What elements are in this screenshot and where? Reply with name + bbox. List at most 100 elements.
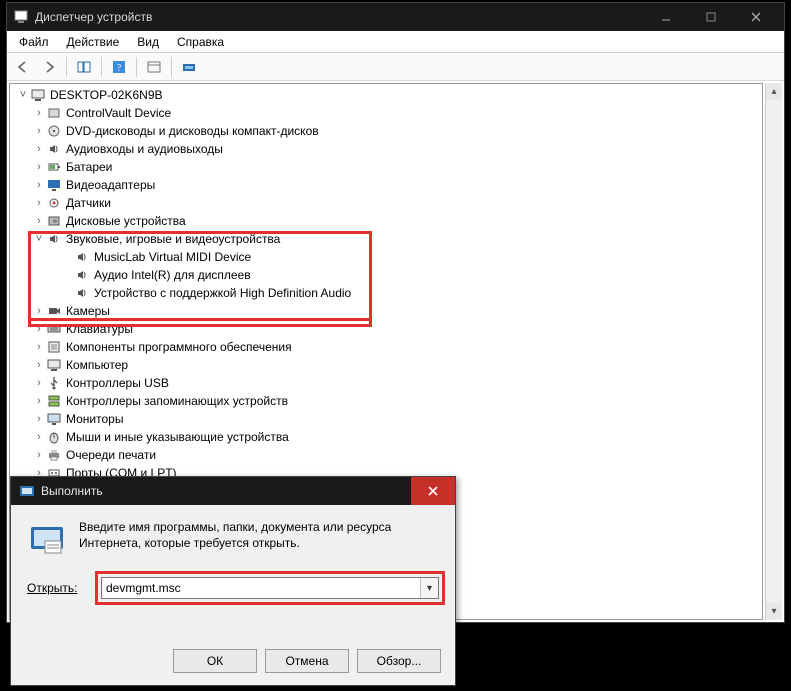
expander-icon[interactable]: › <box>32 431 46 443</box>
category-label: Контроллеры USB <box>64 376 169 390</box>
category-icon <box>46 429 62 445</box>
expander-icon[interactable]: › <box>32 197 46 209</box>
tree-category[interactable]: › Компоненты программного обеспечения <box>14 338 762 356</box>
nav-back-button[interactable] <box>11 56 35 78</box>
category-icon <box>46 213 62 229</box>
scan-hardware-button[interactable] <box>177 56 201 78</box>
tree-category[interactable]: › Мониторы <box>14 410 762 428</box>
category-label: Датчики <box>64 196 111 210</box>
category-icon <box>46 357 62 373</box>
maximize-button[interactable] <box>688 3 733 31</box>
category-label: DVD-дисководы и дисководы компакт-дисков <box>64 124 319 138</box>
tree-category[interactable]: › DVD-дисководы и дисководы компакт-диско… <box>14 122 762 140</box>
run-dialog: Выполнить Введите имя программы, папки, … <box>10 476 456 686</box>
category-label: Батареи <box>64 160 112 174</box>
tree-category[interactable]: › Датчики <box>14 194 762 212</box>
tree-root-label: DESKTOP-02K6N9B <box>48 88 163 102</box>
category-icon <box>46 141 62 157</box>
tree-category[interactable]: › Контроллеры запоминающих устройств <box>14 392 762 410</box>
category-label: Клавиатуры <box>64 322 133 336</box>
run-combobox[interactable]: ▾ <box>101 577 439 599</box>
vertical-scrollbar[interactable]: ▴ ▾ <box>765 83 782 620</box>
category-label: Мыши и иные указывающие устройства <box>64 430 289 444</box>
device-label: Устройство с поддержкой High Definition … <box>92 286 351 300</box>
category-icon <box>46 321 62 337</box>
tree-category[interactable]: › Камеры <box>14 302 762 320</box>
tree-category[interactable]: ›Компьютер <box>14 356 762 374</box>
tree-category[interactable]: › Очереди печати <box>14 446 762 464</box>
close-button[interactable] <box>733 3 778 31</box>
tree-category[interactable]: › Дисковые устройства <box>14 212 762 230</box>
expander-icon[interactable]: › <box>32 179 46 191</box>
menu-view[interactable]: Вид <box>129 33 167 51</box>
category-label: Очереди печати <box>64 448 156 462</box>
help-button[interactable]: ? <box>107 56 131 78</box>
tree-device[interactable]: Устройство с поддержкой High Definition … <box>14 284 762 302</box>
category-icon <box>46 447 62 463</box>
tree-category[interactable]: ˅ Звуковые, игровые и видеоустройства <box>14 230 762 248</box>
tree-category[interactable]: › Батареи <box>14 158 762 176</box>
expander-icon[interactable]: › <box>32 359 46 371</box>
tree-category[interactable]: › Мыши и иные указывающие устройства <box>14 428 762 446</box>
category-label: Контроллеры запоминающих устройств <box>64 394 288 408</box>
dm-titlebar[interactable]: Диспетчер устройств <box>7 3 784 31</box>
run-icon <box>19 483 35 499</box>
expander-icon[interactable]: › <box>32 323 46 335</box>
run-input[interactable] <box>101 577 439 599</box>
computer-icon <box>30 87 46 103</box>
expander-icon[interactable]: › <box>32 413 46 425</box>
category-label: Дисковые устройства <box>64 214 186 228</box>
browse-button[interactable]: Обзор... <box>357 649 441 673</box>
tree-root[interactable]: ˅ DESKTOP-02K6N9B <box>14 86 762 104</box>
expander-icon[interactable]: ˅ <box>32 233 46 245</box>
expander-icon[interactable]: › <box>32 395 46 407</box>
nav-forward-button[interactable] <box>37 56 61 78</box>
ok-button[interactable]: ОК <box>173 649 257 673</box>
expander-icon[interactable]: ˅ <box>16 89 30 101</box>
device-icon <box>74 249 90 265</box>
tree-category[interactable]: › Аудиовходы и аудиовыходы <box>14 140 762 158</box>
run-description: Введите имя программы, папки, документа … <box>79 519 439 559</box>
category-label: Видеоадаптеры <box>64 178 155 192</box>
menu-file[interactable]: Файл <box>11 33 57 51</box>
expander-icon[interactable]: › <box>32 305 46 317</box>
scroll-up-button[interactable]: ▴ <box>766 83 782 100</box>
cancel-button[interactable]: Отмена <box>265 649 349 673</box>
expander-icon[interactable]: › <box>32 341 46 353</box>
tree-device[interactable]: MusicLab Virtual MIDI Device <box>14 248 762 266</box>
menu-action[interactable]: Действие <box>59 33 128 51</box>
properties-button[interactable] <box>142 56 166 78</box>
expander-icon[interactable]: › <box>32 107 46 119</box>
category-icon <box>46 105 62 121</box>
category-label: Камеры <box>64 304 110 318</box>
category-label: Звуковые, игровые и видеоустройства <box>64 232 280 246</box>
chevron-down-icon[interactable]: ▾ <box>420 578 438 598</box>
show-hide-tree-button[interactable] <box>72 56 96 78</box>
run-close-button[interactable] <box>411 477 455 505</box>
menu-help[interactable]: Справка <box>169 33 232 51</box>
expander-icon[interactable]: › <box>32 161 46 173</box>
run-titlebar[interactable]: Выполнить <box>11 477 455 505</box>
category-label: Мониторы <box>64 412 123 426</box>
category-icon <box>46 123 62 139</box>
category-label: Аудиовходы и аудиовыходы <box>64 142 223 156</box>
device-icon <box>74 267 90 283</box>
expander-icon[interactable]: › <box>32 125 46 137</box>
tree-category[interactable]: ›ControlVault Device <box>14 104 762 122</box>
scroll-down-button[interactable]: ▾ <box>766 603 782 620</box>
expander-icon[interactable]: › <box>32 215 46 227</box>
category-icon <box>46 159 62 175</box>
minimize-button[interactable] <box>643 3 688 31</box>
expander-icon[interactable]: › <box>32 377 46 389</box>
tree-category[interactable]: › Контроллеры USB <box>14 374 762 392</box>
tree-category[interactable]: › Видеоадаптеры <box>14 176 762 194</box>
tree-category[interactable]: › Клавиатуры <box>14 320 762 338</box>
category-label: Компоненты программного обеспечения <box>64 340 292 354</box>
tree-device[interactable]: Аудио Intel(R) для дисплеев <box>14 266 762 284</box>
category-icon <box>46 339 62 355</box>
dm-menubar: Файл Действие Вид Справка <box>7 31 784 53</box>
expander-icon[interactable]: › <box>32 449 46 461</box>
device-label: MusicLab Virtual MIDI Device <box>92 250 251 264</box>
expander-icon[interactable]: › <box>32 143 46 155</box>
dm-title: Диспетчер устройств <box>35 10 643 24</box>
